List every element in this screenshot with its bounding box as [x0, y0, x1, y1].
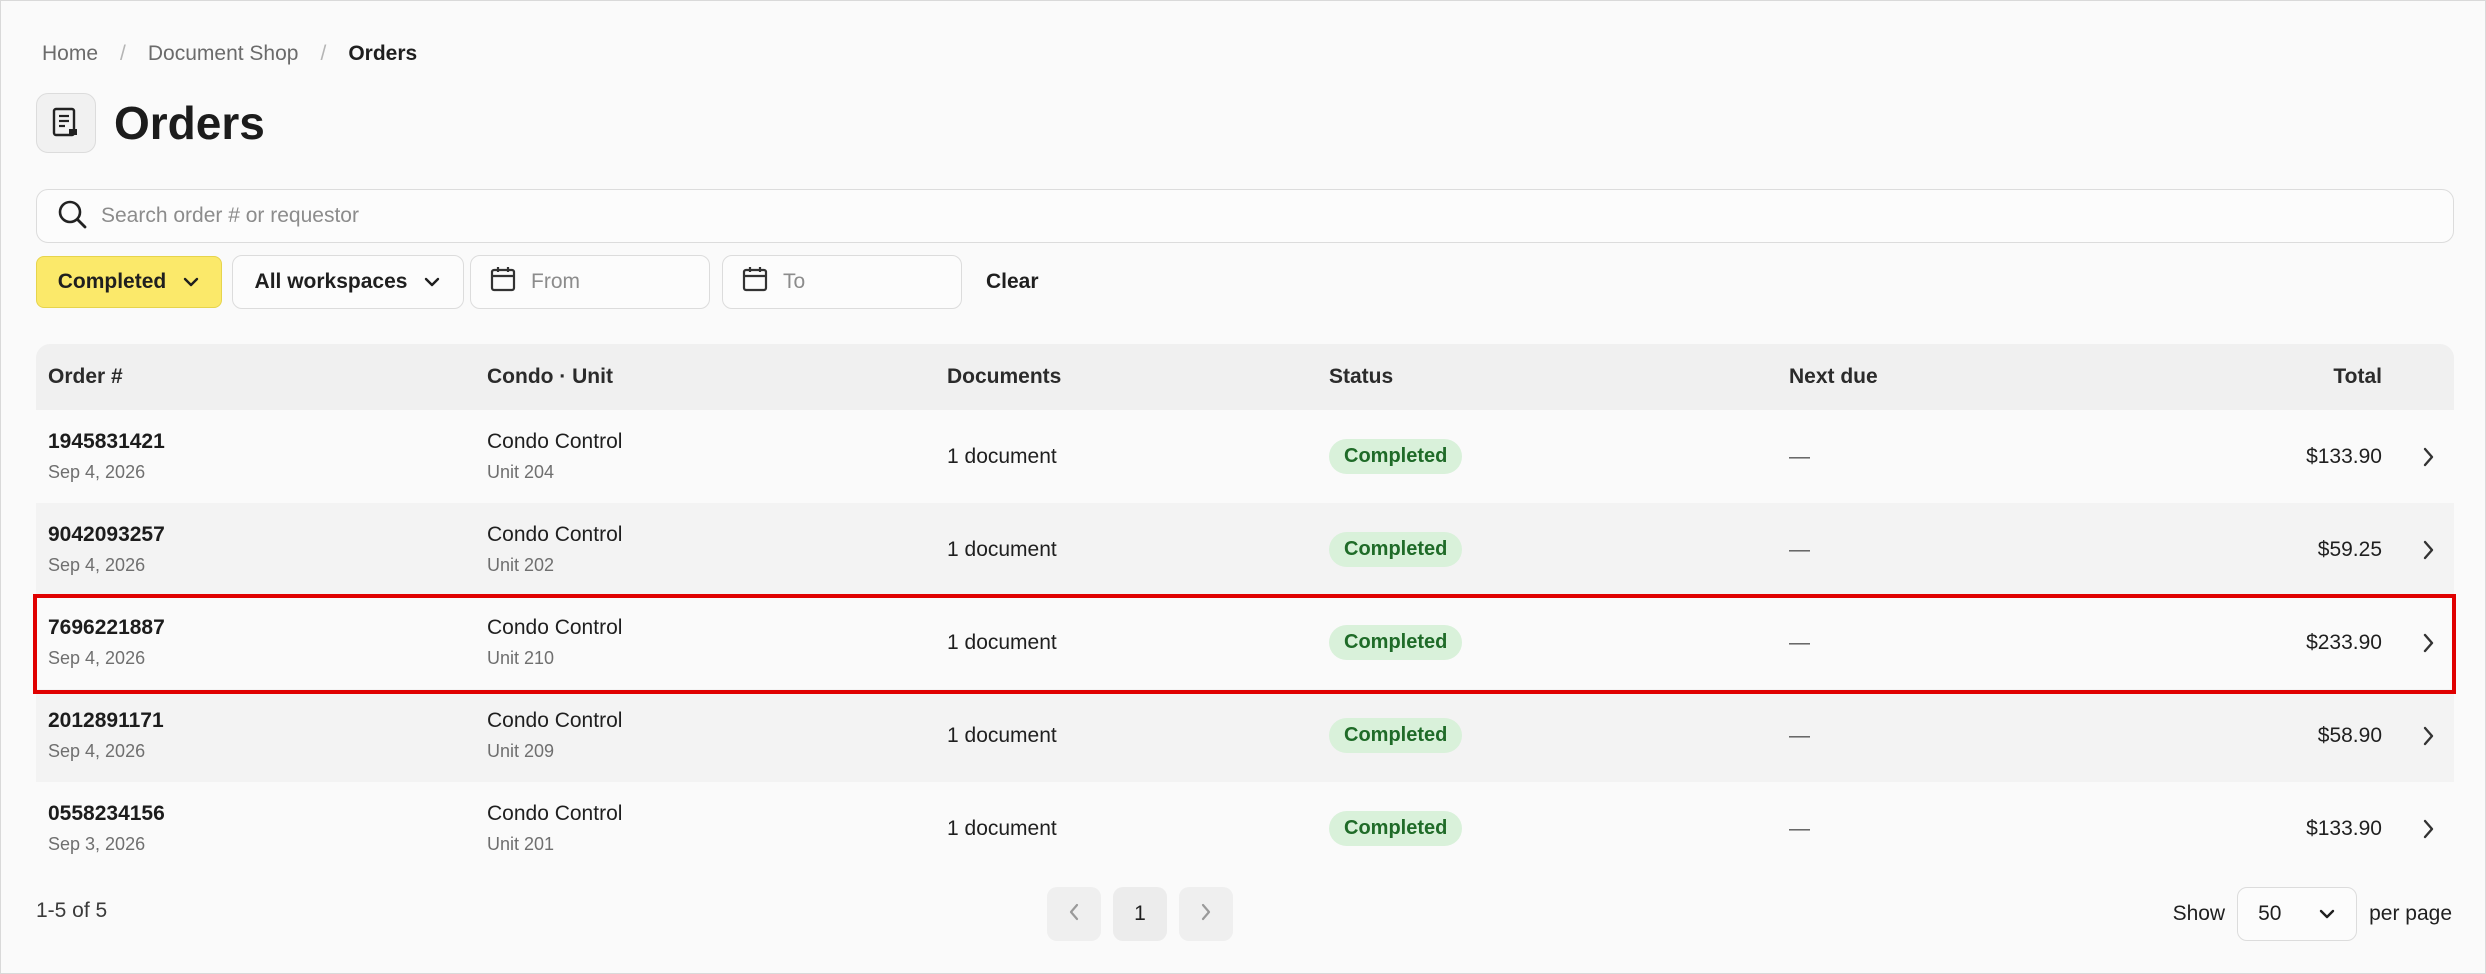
breadcrumb-separator: /: [320, 42, 327, 65]
order-total: $133.90: [2306, 816, 2382, 840]
table-body: 1945831421 Sep 4, 2026 Condo Control Uni…: [36, 410, 2454, 875]
table-row[interactable]: 2012891171 Sep 4, 2026 Condo Control Uni…: [36, 689, 2454, 782]
next-page-button[interactable]: [1179, 887, 1233, 941]
documents-count: 1 document: [947, 723, 1057, 747]
order-date: Sep 4, 2026: [48, 741, 146, 761]
order-number: 9042093257: [48, 523, 165, 546]
chevron-right-icon[interactable]: [2422, 596, 2436, 689]
next-due-value: —: [1789, 630, 1810, 654]
status-filter-label: Completed: [57, 270, 167, 293]
search-input[interactable]: [101, 204, 2301, 228]
condo-name: Condo Control: [487, 430, 623, 453]
chevron-right-icon[interactable]: [2422, 503, 2436, 596]
breadcrumb-document-shop[interactable]: Document Shop: [148, 42, 299, 66]
document-icon: [36, 93, 96, 153]
page-title: Orders: [114, 97, 265, 149]
next-due-value: —: [1789, 537, 1810, 561]
order-date: Sep 4, 2026: [48, 462, 146, 482]
search-icon: [57, 199, 87, 234]
order-number: 7696221887: [48, 616, 165, 639]
column-header-total: Total: [2333, 365, 2382, 388]
status-badge: Completed: [1329, 718, 1463, 753]
filter-bar: Completed All workspaces From To Clear: [36, 255, 1039, 309]
prev-page-button[interactable]: [1047, 887, 1101, 941]
chevron-right-icon[interactable]: [2422, 782, 2436, 875]
search-bar[interactable]: [36, 189, 2454, 243]
table-row[interactable]: 0558234156 Sep 3, 2026 Condo Control Uni…: [36, 782, 2454, 875]
table-row[interactable]: 9042093257 Sep 4, 2026 Condo Control Uni…: [36, 503, 2454, 596]
chevron-down-icon: [2318, 902, 2336, 926]
documents-count: 1 document: [947, 537, 1057, 561]
table-row[interactable]: 7696221887 Sep 4, 2026 Condo Control Uni…: [36, 596, 2454, 689]
condo-name: Condo Control: [487, 709, 623, 732]
unit-label: Unit 210: [487, 648, 555, 668]
condo-name: Condo Control: [487, 523, 623, 546]
per-page-select[interactable]: 50: [2237, 887, 2358, 941]
status-badge: Completed: [1329, 439, 1463, 474]
condo-name: Condo Control: [487, 616, 623, 639]
breadcrumb: Home / Document Shop / Orders: [42, 39, 417, 69]
unit-label: Unit 209: [487, 741, 555, 761]
documents-count: 1 document: [947, 444, 1057, 468]
page-header: Orders: [36, 93, 265, 153]
per-page-value: 50: [2258, 902, 2282, 925]
unit-label: Unit 204: [487, 462, 555, 482]
column-header-documents: Documents: [947, 365, 1062, 388]
next-due-value: —: [1789, 816, 1810, 840]
next-due-value: —: [1789, 444, 1810, 468]
clear-filters-button[interactable]: Clear: [986, 270, 1039, 294]
workspace-filter-label: All workspaces: [254, 270, 408, 293]
unit-label: Unit 202: [487, 555, 555, 575]
order-total: $58.90: [2317, 723, 2382, 747]
breadcrumb-home[interactable]: Home: [42, 42, 98, 66]
order-date: Sep 4, 2026: [48, 648, 146, 668]
status-badge: Completed: [1329, 811, 1463, 846]
pagination: 1: [1047, 887, 1233, 941]
order-total: $233.90: [2306, 630, 2382, 654]
per-page-control: Show 50 per page: [2173, 887, 2452, 941]
calendar-icon: [741, 265, 769, 299]
unit-label: Unit 201: [487, 834, 555, 854]
status-badge: Completed: [1329, 625, 1463, 660]
date-to-field[interactable]: To: [722, 255, 962, 309]
documents-count: 1 document: [947, 630, 1057, 654]
status-badge: Completed: [1329, 532, 1463, 567]
status-filter-dropdown[interactable]: Completed: [36, 256, 222, 308]
order-number: 0558234156: [48, 802, 165, 825]
show-label: Show: [2172, 902, 2226, 925]
orders-table: Order # Condo · Unit Documents Status Ne…: [36, 344, 2454, 875]
date-from-placeholder: From: [531, 270, 580, 293]
column-header-order: Order #: [48, 365, 123, 388]
order-date: Sep 3, 2026: [48, 834, 146, 854]
workspace-filter-dropdown[interactable]: All workspaces: [232, 255, 464, 309]
next-due-value: —: [1789, 723, 1810, 747]
column-header-next-due: Next due: [1789, 365, 1878, 388]
per-page-label: per page: [2369, 902, 2452, 925]
chevron-right-icon[interactable]: [2422, 689, 2436, 782]
results-summary: 1-5 of 5: [36, 899, 108, 922]
order-number: 1945831421: [48, 430, 165, 453]
column-header-condo-unit: Condo · Unit: [487, 365, 613, 388]
documents-count: 1 document: [947, 816, 1057, 840]
chevron-right-icon: [1200, 902, 1212, 927]
table-header: Order # Condo · Unit Documents Status Ne…: [36, 344, 2454, 410]
date-to-placeholder: To: [783, 270, 806, 293]
order-total: $59.25: [2317, 537, 2382, 561]
page-number-button[interactable]: 1: [1113, 887, 1167, 941]
date-from-field[interactable]: From: [470, 255, 710, 309]
chevron-down-icon: [423, 270, 441, 294]
column-header-status: Status: [1329, 365, 1394, 388]
condo-name: Condo Control: [487, 802, 623, 825]
chevron-left-icon: [1068, 902, 1080, 927]
chevron-down-icon: [182, 270, 200, 294]
breadcrumb-separator: /: [120, 42, 126, 65]
chevron-right-icon[interactable]: [2422, 410, 2436, 503]
table-row[interactable]: 1945831421 Sep 4, 2026 Condo Control Uni…: [36, 410, 2454, 503]
calendar-icon: [489, 265, 517, 299]
order-total: $133.90: [2306, 444, 2382, 468]
order-date: Sep 4, 2026: [48, 555, 146, 575]
order-number: 2012891171: [48, 709, 164, 732]
breadcrumb-current: Orders: [348, 42, 418, 65]
